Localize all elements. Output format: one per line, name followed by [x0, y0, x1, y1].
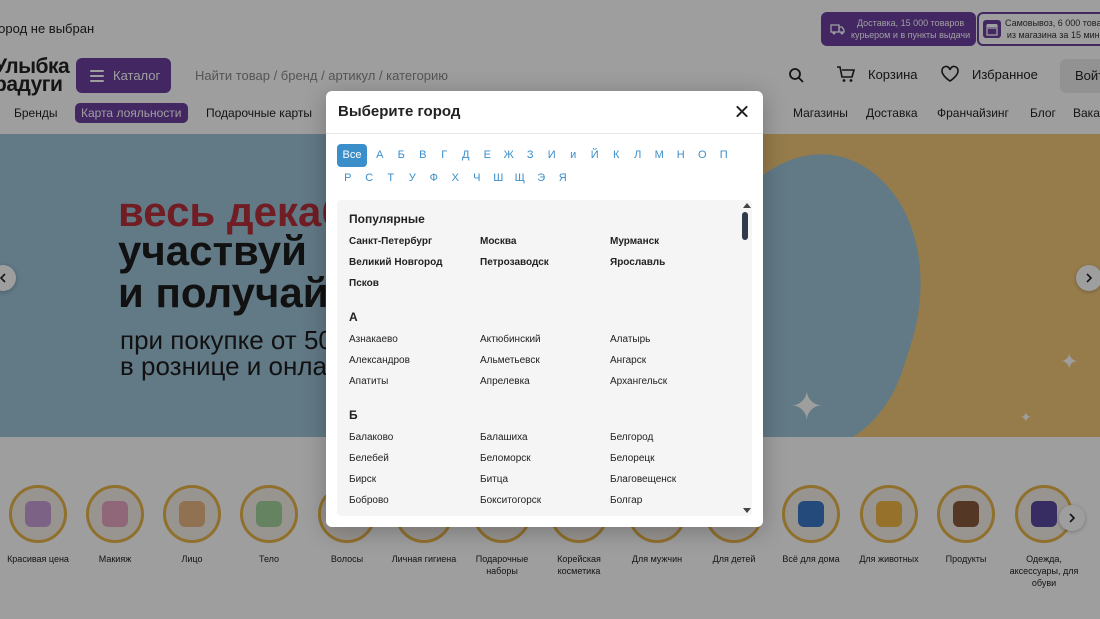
letter-filter-item[interactable]: В: [412, 144, 434, 167]
letter-filter-item[interactable]: Ш: [488, 167, 510, 190]
city-option[interactable]: Альметьевск: [480, 355, 540, 366]
city-option[interactable]: Бокситогорск: [480, 495, 541, 506]
letter-filter-all[interactable]: Все: [337, 144, 367, 167]
letter-filter-item[interactable]: К: [606, 144, 628, 167]
city-option[interactable]: Алатырь: [610, 334, 650, 345]
alphabet-row: Все А Б В Г Д Е Ж З Ии Й К Л М Н О П: [337, 144, 752, 167]
letter-filter-item[interactable]: Й: [584, 144, 606, 167]
letter-filter-item[interactable]: Ф: [423, 167, 445, 190]
city-option[interactable]: Архангельск: [610, 376, 667, 387]
city-option[interactable]: Битца: [480, 474, 508, 485]
city-option[interactable]: Балашиха: [480, 432, 528, 443]
city-option[interactable]: Петрозаводск: [480, 257, 549, 268]
letter-filter-item[interactable]: Н: [670, 144, 692, 167]
city-option[interactable]: Беломорск: [480, 453, 531, 464]
letter-filter-item[interactable]: З: [520, 144, 542, 167]
letter-filter-item[interactable]: Д: [455, 144, 477, 167]
letter-filter-item[interactable]: И: [541, 144, 563, 167]
city-option[interactable]: Москва: [480, 236, 516, 247]
city-option[interactable]: Белебей: [349, 453, 389, 464]
city-option[interactable]: Ангарск: [610, 355, 646, 366]
letter-filter-item[interactable]: Ч: [466, 167, 488, 190]
letter-filter-item[interactable]: Б: [391, 144, 413, 167]
scroll-thumb[interactable]: [742, 212, 748, 240]
alphabet-row: РСТУФХЧШЩЭЯ: [337, 167, 752, 190]
city-option[interactable]: Болгар: [610, 495, 642, 506]
scroll-up-icon[interactable]: [743, 203, 751, 208]
letter-filter-item[interactable]: Т: [380, 167, 402, 190]
city-option[interactable]: Белгород: [610, 432, 653, 443]
letter-filter-item[interactable]: Ж: [498, 144, 520, 167]
city-option[interactable]: Великий Новгород: [349, 257, 442, 268]
city-list[interactable]: Популярные Санкт-Петербург Москва Мурманск В…: [337, 200, 752, 516]
city-group-title: Б: [349, 408, 358, 422]
letter-filter-item[interactable]: Х: [445, 167, 467, 190]
letter-filter-item[interactable]: Е: [477, 144, 499, 167]
close-icon[interactable]: [733, 103, 751, 121]
city-group-title: А: [349, 310, 358, 324]
scroll-down-icon[interactable]: [743, 508, 751, 513]
alphabet-filter: Все А Б В Г Д Е Ж З Ии Й К Л М Н О П РСТУФХЧШЩЭЯ: [337, 144, 752, 190]
city-option[interactable]: Апрелевка: [480, 376, 530, 387]
city-option[interactable]: Александров: [349, 355, 410, 366]
city-option[interactable]: Белорецк: [610, 453, 655, 464]
letter-filter-item[interactable]: и: [563, 144, 585, 167]
letter-filter-item[interactable]: Щ: [509, 167, 531, 190]
city-option[interactable]: Благовещенск: [610, 474, 676, 485]
letter-filter-item[interactable]: Г: [434, 144, 456, 167]
city-option[interactable]: Мурманск: [610, 236, 659, 247]
divider: [326, 133, 763, 134]
letter-filter-item[interactable]: У: [402, 167, 424, 190]
letter-filter-item[interactable]: Р: [337, 167, 359, 190]
city-option[interactable]: Азнакаево: [349, 334, 398, 345]
scrollbar[interactable]: [740, 200, 752, 516]
city-group-title: Популярные: [349, 212, 425, 226]
modal-title: Выберите город: [338, 103, 461, 120]
letter-filter-item[interactable]: А: [369, 144, 391, 167]
city-option[interactable]: Ярославль: [610, 257, 665, 268]
city-option[interactable]: Актюбинский: [480, 334, 541, 345]
letter-filter-item[interactable]: Л: [627, 144, 649, 167]
city-option[interactable]: Бирск: [349, 474, 376, 485]
city-select-modal: Выберите город Все А Б В Г Д Е Ж З Ии Й К Л М Н О П РСТУ…: [326, 91, 763, 527]
city-option[interactable]: Санкт-Петербург: [349, 236, 432, 247]
city-option[interactable]: Балаково: [349, 432, 393, 443]
letter-filter-item[interactable]: С: [359, 167, 381, 190]
letter-filter-item[interactable]: Э: [531, 167, 553, 190]
letter-filter-item[interactable]: О: [692, 144, 714, 167]
letter-filter-item[interactable]: Я: [552, 167, 574, 190]
city-option[interactable]: Псков: [349, 278, 379, 289]
letter-filter-item[interactable]: М: [649, 144, 671, 167]
city-option[interactable]: Боброво: [349, 495, 389, 506]
city-option[interactable]: Апатиты: [349, 376, 388, 387]
letter-filter-item[interactable]: П: [713, 144, 735, 167]
